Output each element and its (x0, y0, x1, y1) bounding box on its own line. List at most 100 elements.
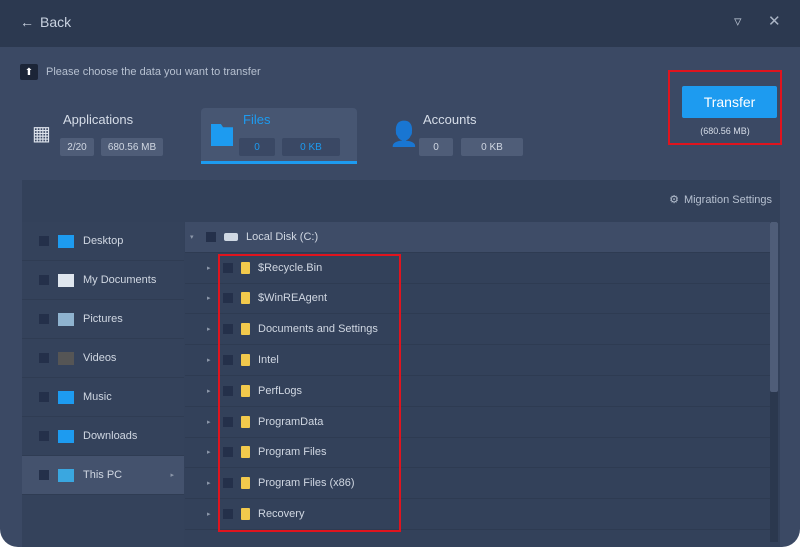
tree-row[interactable]: ▸ Program Files (x86) (185, 468, 770, 500)
tab-files[interactable]: Files 0 0 KB (201, 108, 357, 164)
tab-accounts[interactable]: 👤 Accounts 0 0 KB (385, 108, 535, 162)
transfer-size: (680.56 MB) (700, 126, 750, 136)
checkbox[interactable] (223, 385, 233, 396)
expand-icon[interactable]: ▸ (207, 325, 215, 333)
folder-icon (241, 415, 250, 428)
size-badge: 0 KB (282, 138, 340, 156)
prompt-text: Please choose the data you want to trans… (46, 66, 261, 78)
tree-row[interactable]: ▸ Intel (185, 345, 770, 376)
location-label: Videos (83, 352, 117, 364)
folder-icon (241, 261, 250, 274)
expand-icon[interactable]: ▸ (207, 387, 215, 395)
drive-icon (224, 232, 238, 241)
tree-label: ProgramData (258, 415, 324, 428)
tree-row[interactable]: ▸ $WinREAgent (185, 284, 770, 315)
chevron-right-icon: ▸ (170, 472, 174, 479)
checkbox[interactable] (223, 262, 233, 273)
folder-icon (211, 124, 233, 146)
folder-tree: ▾ Local Disk (C:) ▸ $Recycle.Bin ▸ $WinREAg… (185, 222, 770, 547)
app-window: ← Back ▿ ✕ ⬆ Please choose the data you wa… (0, 0, 800, 547)
title-bar: ← Back ▿ ✕ (0, 0, 800, 47)
size-badge: 0 KB (461, 138, 523, 156)
location-label: My Documents (83, 274, 157, 286)
folder-icon (241, 384, 250, 397)
checkbox[interactable] (39, 236, 49, 246)
tree-label: Local Disk (C:) (246, 230, 319, 243)
tree-row[interactable]: ▸ Documents and Settings (185, 314, 770, 346)
location-item[interactable]: Videos (22, 339, 184, 378)
tab-title: Files (243, 112, 271, 127)
count-badge: 0 (419, 138, 453, 156)
checkbox[interactable] (223, 416, 233, 427)
checkbox[interactable] (39, 314, 49, 324)
downloads-icon (58, 429, 74, 443)
folder-icon (241, 508, 250, 521)
folder-icon (241, 292, 250, 305)
checkbox[interactable] (223, 478, 233, 489)
expand-icon[interactable]: ▸ (207, 356, 215, 364)
tree-row[interactable]: ▸ $Recycle.Bin (185, 253, 770, 284)
location-label: Pictures (83, 313, 123, 325)
folder-icon (241, 354, 250, 367)
minimize-icon[interactable]: ▿ (734, 12, 742, 30)
tree-label: Program Files (x86) (258, 477, 355, 490)
tab-title: Applications (63, 112, 134, 127)
location-label: Downloads (83, 430, 138, 442)
scrollbar[interactable] (770, 222, 778, 542)
document-icon (58, 273, 74, 287)
expand-icon[interactable]: ▸ (207, 418, 215, 426)
checkbox[interactable] (206, 231, 216, 242)
tree-row[interactable]: ▸ PerfLogs (185, 376, 770, 407)
scrollbar-thumb[interactable] (770, 222, 778, 392)
checkbox[interactable] (39, 275, 49, 285)
location-item[interactable]: Desktop (22, 222, 184, 261)
checkbox[interactable] (223, 293, 233, 304)
checkbox[interactable] (223, 355, 233, 366)
expand-icon[interactable]: ▸ (207, 448, 215, 456)
folder-icon (241, 477, 250, 490)
transfer-button[interactable]: Transfer (682, 86, 777, 118)
expand-icon[interactable]: ▸ (207, 479, 215, 487)
checkbox[interactable] (223, 447, 233, 458)
folder-icon (241, 446, 250, 459)
tree-label: PerfLogs (258, 384, 303, 397)
expand-icon[interactable]: ▸ (207, 294, 215, 302)
computer-icon (58, 468, 74, 482)
location-list: Desktop My Documents Pictures Videos Music Do… (22, 222, 184, 547)
tab-applications[interactable]: ▦ Applications 2/20 680.56 MB (28, 108, 178, 162)
location-label: Music (83, 391, 112, 403)
count-badge: 2/20 (60, 138, 94, 156)
collapse-icon[interactable]: ▾ (190, 233, 198, 241)
prompt: ⬆ Please choose the data you want to tran… (20, 64, 261, 80)
migration-settings-button[interactable]: ⚙ Migration Settings (669, 193, 772, 207)
pictures-icon (58, 312, 74, 326)
tree-label: $WinREAgent (258, 292, 328, 305)
tree-label: Program Files (258, 446, 327, 459)
checkbox[interactable] (39, 353, 49, 363)
location-item[interactable]: Music (22, 378, 184, 417)
checkbox[interactable] (223, 324, 233, 335)
checkbox[interactable] (39, 431, 49, 441)
expand-icon[interactable]: ▸ (207, 264, 215, 272)
arrow-left-icon: ← (20, 14, 34, 30)
checkbox[interactable] (223, 509, 233, 520)
gear-icon: ⚙ (669, 194, 679, 206)
back-button[interactable]: ← Back (20, 14, 71, 30)
expand-icon[interactable]: ▸ (207, 510, 215, 518)
tree-root[interactable]: ▾ Local Disk (C:) (185, 222, 770, 253)
location-item[interactable]: Downloads (22, 417, 184, 456)
migration-settings-label: Migration Settings (683, 193, 772, 206)
tree-row[interactable]: ▸ ProgramData (185, 407, 770, 438)
location-item[interactable]: My Documents (22, 261, 184, 300)
desktop-icon (58, 234, 74, 248)
location-item[interactable]: This PC ▸ (22, 456, 184, 495)
location-item[interactable]: Pictures (22, 300, 184, 339)
checkbox[interactable] (39, 392, 49, 402)
count-badge: 0 (239, 138, 275, 156)
location-label: Desktop (83, 235, 124, 247)
tree-label: Intel (258, 354, 279, 367)
checkbox[interactable] (39, 470, 49, 480)
tree-row[interactable]: ▸ Program Files (185, 438, 770, 469)
close-icon[interactable]: ✕ (768, 12, 781, 30)
tree-row[interactable]: ▸ Recovery (185, 499, 770, 530)
